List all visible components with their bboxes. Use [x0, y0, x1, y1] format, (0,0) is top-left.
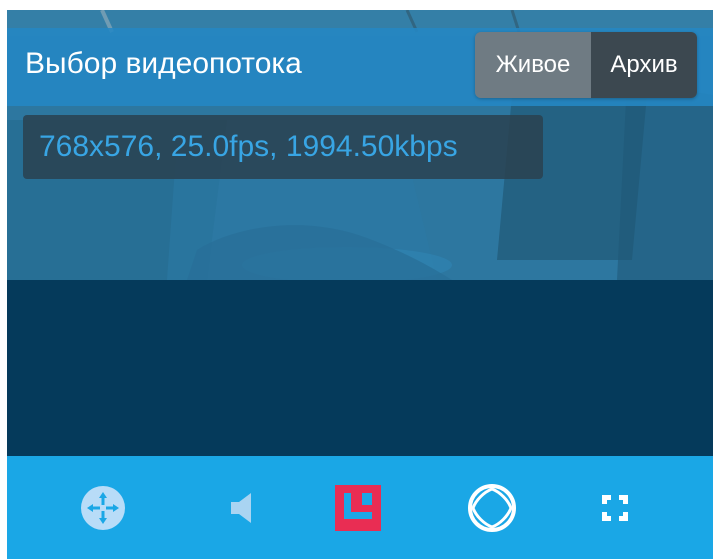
fisheye-button[interactable] [466, 482, 518, 534]
ptz-control-button[interactable] [77, 482, 129, 534]
camera-view-frame: Выбор видеопотока Живое Архив 768x576, 2… [7, 10, 713, 559]
fullscreen-button[interactable] [589, 482, 641, 534]
fullscreen-icon [602, 495, 628, 521]
camera-toolbar [7, 456, 713, 559]
lower-video-panel [7, 280, 713, 456]
video-preview[interactable]: Выбор видеопотока Живое Архив 768x576, 2… [7, 10, 713, 280]
layout-button[interactable] [332, 482, 384, 534]
layout-icon [335, 485, 381, 531]
ptz-control-icon [81, 486, 125, 530]
stream-mode-switch[interactable]: Живое Архив [475, 32, 697, 98]
camera-screen: Выбор видеопотока Живое Архив 768x576, 2… [0, 0, 713, 559]
page-title: Выбор видеопотока [25, 47, 302, 80]
archive-mode-button[interactable]: Архив [591, 32, 697, 98]
volume-button[interactable] [214, 482, 266, 534]
live-mode-button[interactable]: Живое [475, 32, 591, 98]
stream-info-badge: 768x576, 25.0fps, 1994.50kbps [23, 115, 543, 179]
fisheye-icon [468, 484, 516, 532]
volume-icon [231, 493, 251, 523]
